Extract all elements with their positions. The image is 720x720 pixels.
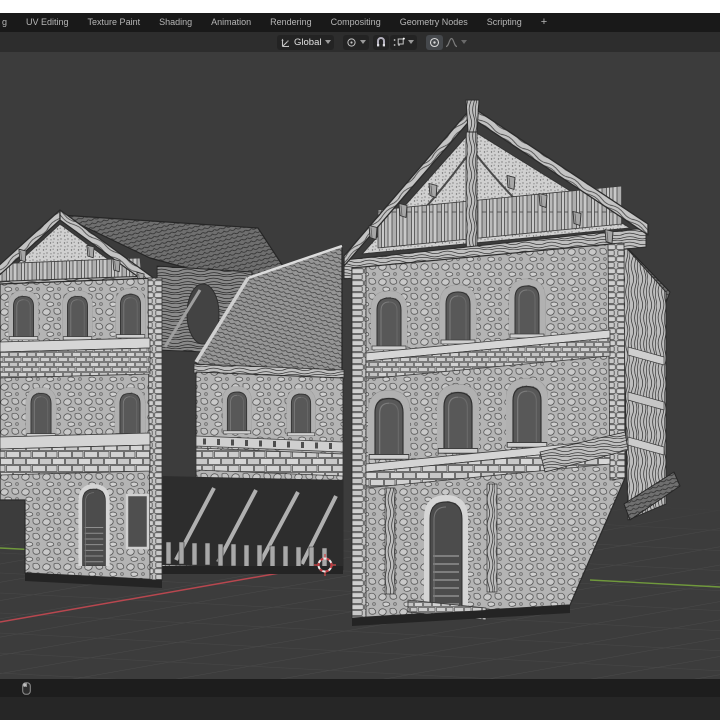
snap-toggle-button[interactable] [373,34,390,50]
left-tower [0,209,163,588]
left-tower-corner-quoins [147,277,163,581]
ground-timber-post [486,483,498,593]
rafter-tail [506,175,516,190]
left-window-mid [27,390,56,437]
left-window-mid [116,390,145,437]
chevron-down-icon [325,40,332,44]
viewport-canvas [0,99,720,679]
rafter-tail [538,193,548,208]
right-corner-quoins-left [351,266,367,619]
blender-window: g UV Editing Texture Paint Shading Anima… [0,0,720,720]
workspace-tab-bar: g UV Editing Texture Paint Shading Anima… [0,13,720,32]
tab-shading[interactable]: Shading [159,13,192,32]
proportional-circle-dot-icon [430,37,440,47]
medieval-building-mesh[interactable] [0,99,681,626]
viewport-header: Global [0,32,720,52]
tab-texture-paint[interactable]: Texture Paint [88,13,141,32]
chevron-down-icon [408,40,415,44]
left-tower-door [80,486,107,566]
left-window-upper [9,293,38,340]
middle-arcade [160,476,343,570]
3d-viewport[interactable] [0,52,720,679]
right-window-upper [441,288,475,344]
rafter-tail [112,258,121,273]
transform-orientation-dropdown[interactable]: Global [277,34,335,50]
left-window-upper [116,291,145,338]
ground-timber-post [384,487,396,595]
middle-window [223,389,250,434]
tab-rendering[interactable]: Rendering [270,13,312,32]
status-bar [0,679,720,697]
snap-increment-icon [394,37,406,46]
chevron-down-icon [360,40,367,44]
tab-geometry-nodes[interactable]: Geometry Nodes [400,13,468,32]
magnet-icon [377,37,386,47]
right-window-mid [507,382,547,447]
rafter-tail [18,248,27,263]
gable-finial [465,99,480,133]
left-window-upper [63,293,92,340]
right-tower-door [427,498,465,610]
tab-compositing[interactable]: Compositing [331,13,381,32]
rafter-tail [428,183,438,198]
right-side-wall [621,242,667,521]
left-block-band [0,347,151,379]
axes-gizmo-icon [281,38,289,47]
tab-uv-editing[interactable]: UV Editing [26,13,69,32]
gable-center-post [465,131,478,251]
bottom-panel [0,697,720,720]
right-window-upper [372,294,406,350]
pivot-point-dropdown[interactable] [343,34,370,50]
mouse-icon [22,681,31,695]
rafter-tail [572,211,582,226]
add-workspace-button[interactable]: + [541,13,547,32]
page-background-strip [0,0,720,13]
tab-animation[interactable]: Animation [211,13,251,32]
smooth-falloff-curve-icon [446,37,458,47]
rafter-tail [86,244,95,259]
proportional-falloff-dropdown[interactable] [443,35,469,50]
rafter-tail [398,203,408,218]
left-slit-window [125,493,150,550]
transform-snap-controls: Global [277,34,469,50]
transform-orientation-label: Global [294,36,322,48]
tab-scripting[interactable]: Scripting [487,13,522,32]
tab-partial[interactable]: g [2,13,7,32]
right-window-mid [438,388,478,453]
snap-with-dropdown[interactable] [390,34,418,50]
right-window-upper [510,282,544,338]
rafter-tail [604,229,614,244]
middle-ground-shadow [160,566,343,574]
chevron-down-icon [461,40,468,44]
right-window-mid [369,394,409,459]
middle-window [287,391,314,436]
left-block-band-2 [0,444,151,476]
rafter-tail [368,225,378,240]
proportional-editing-toggle[interactable] [426,34,444,50]
pivot-point-icon [347,37,357,47]
